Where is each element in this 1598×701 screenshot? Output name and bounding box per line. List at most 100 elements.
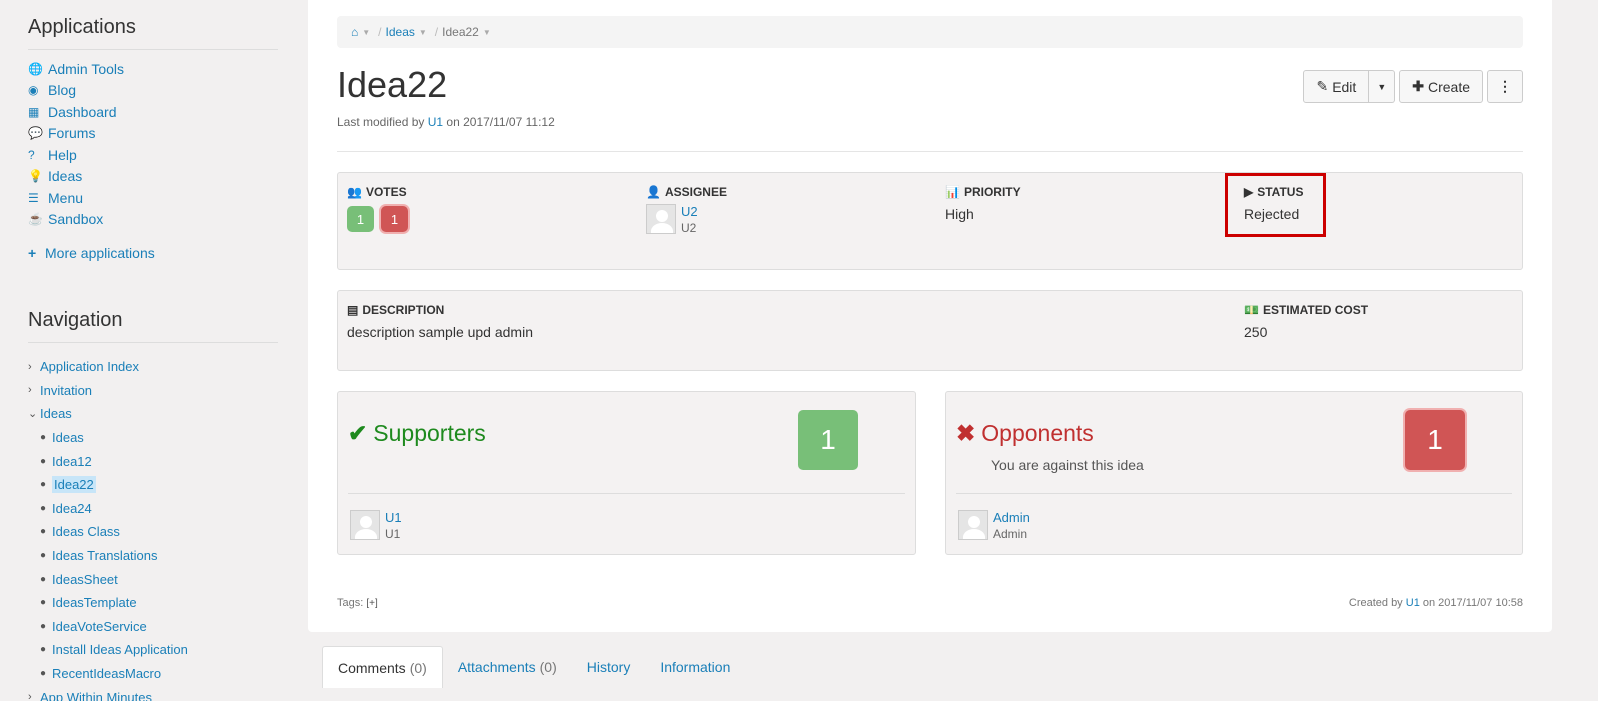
votes-values: 11 xyxy=(347,206,415,232)
nav-item-invitation[interactable]: › Invitation xyxy=(28,379,278,403)
downvote-count[interactable]: 1 xyxy=(381,206,408,232)
dashboard-icon: ▦ xyxy=(28,104,40,119)
app-item-sandbox[interactable]: ☕ Sandbox xyxy=(28,209,278,231)
app-item-blog[interactable]: ◉ Blog xyxy=(28,80,278,102)
more-applications-link[interactable]: + More applications xyxy=(28,242,278,263)
nav-subitem[interactable]: ● Idea24 xyxy=(28,497,278,521)
tab-comments[interactable]: Comments (0) xyxy=(322,646,443,688)
nav-subitem[interactable]: ● Idea12 xyxy=(28,449,278,473)
nav-subitem[interactable]: ● IdeasTemplate xyxy=(28,591,278,615)
created-prefix: Created by xyxy=(1348,597,1403,609)
app-item-ideas[interactable]: 💡 Ideas xyxy=(28,166,278,188)
question-icon: ? xyxy=(28,147,35,162)
caret-down-icon[interactable]: ▼ xyxy=(362,28,370,37)
chevron-right-icon[interactable]: › xyxy=(28,691,40,701)
nav-link[interactable]: Invitation xyxy=(40,383,92,398)
app-link[interactable]: Dashboard xyxy=(48,104,117,120)
nav-subitem-active[interactable]: ● Idea22 xyxy=(28,473,278,497)
chevron-down-icon[interactable]: ⌄ xyxy=(28,407,40,420)
app-link[interactable]: Admin Tools xyxy=(48,61,124,77)
opponent-link[interactable]: Admin xyxy=(993,510,1030,525)
nav-subitem[interactable]: ● Ideas Translations xyxy=(28,544,278,568)
nav-subitem[interactable]: ● Install Ideas Application xyxy=(28,638,278,662)
supporter-user: U1 U1 xyxy=(350,510,402,542)
nav-link[interactable]: Idea24 xyxy=(52,501,92,516)
nav-link[interactable]: Idea22 xyxy=(52,476,96,494)
app-item-dashboard[interactable]: ▦ Dashboard xyxy=(28,101,278,123)
breadcrumb-separator: / xyxy=(378,25,382,39)
user-icon: 👤 xyxy=(646,185,661,199)
priority-field: 📊 PRIORITY High xyxy=(945,185,1021,222)
nav-subitem[interactable]: ● IdeasSheet xyxy=(28,567,278,591)
created-suffix: on 2017/11/07 10:58 xyxy=(1422,597,1523,609)
assignee-label-text: ASSIGNEE xyxy=(664,185,727,199)
estimated-cost-label: 💵 ESTIMATED COST xyxy=(1244,303,1368,317)
nav-link[interactable]: IdeaVoteService xyxy=(52,619,147,634)
edit-button[interactable]: ✎ Edit xyxy=(1303,70,1370,103)
app-link[interactable]: Ideas xyxy=(48,168,82,184)
nav-link[interactable]: Install Ideas Application xyxy=(52,642,188,657)
assignee-user: U2 U2 xyxy=(646,204,727,236)
status-label: ▶ STATUS xyxy=(1244,185,1303,199)
status-field: ▶ STATUS Rejected xyxy=(1244,185,1303,222)
nav-subitem[interactable]: ● RecentIdeasMacro xyxy=(28,662,278,686)
nav-subitem[interactable]: ● Ideas Class xyxy=(28,520,278,544)
app-item-forums[interactable]: 💬 Forums xyxy=(28,123,278,145)
nav-link[interactable]: App Within Minutes xyxy=(40,690,152,701)
pencil-icon: ✎ xyxy=(1316,78,1329,94)
tab-count: (0) xyxy=(539,659,557,675)
caret-down-icon[interactable]: ▼ xyxy=(483,28,491,37)
nav-link[interactable]: Ideas xyxy=(52,430,84,445)
home-icon[interactable]: ⌂ xyxy=(351,25,358,39)
edit-dropdown-button[interactable]: ▼ xyxy=(1369,70,1396,103)
more-actions-button[interactable]: ⋮ xyxy=(1487,70,1523,103)
nav-link[interactable]: IdeasSheet xyxy=(52,572,118,587)
tab-attachments[interactable]: Attachments (0) xyxy=(443,646,572,688)
breadcrumb-ideas[interactable]: Ideas xyxy=(386,25,415,39)
bullet-icon: ● xyxy=(40,668,47,680)
caret-down-icon[interactable]: ▼ xyxy=(419,28,427,37)
chevron-right-icon[interactable]: › xyxy=(28,384,40,396)
list-alt-icon: ▤ xyxy=(347,303,359,317)
estimated-cost-field: 💵 ESTIMATED COST 250 xyxy=(1244,303,1368,340)
app-link[interactable]: Blog xyxy=(48,82,76,98)
tab-information[interactable]: Information xyxy=(645,646,745,688)
opponents-count[interactable]: 1 xyxy=(1405,410,1465,470)
caret-down-icon: ▼ xyxy=(1377,81,1387,92)
nav-link[interactable]: RecentIdeasMacro xyxy=(52,666,161,681)
play-icon: ▶ xyxy=(1244,185,1254,199)
nav-subitem[interactable]: ● Ideas xyxy=(28,426,278,450)
app-link[interactable]: Menu xyxy=(48,190,83,206)
app-link[interactable]: Help xyxy=(48,147,77,163)
nav-subitem[interactable]: ● IdeaVoteService xyxy=(28,615,278,639)
supporter-link[interactable]: U1 xyxy=(385,510,402,525)
assignee-link[interactable]: U2 xyxy=(681,204,698,219)
nav-item-app-within-minutes[interactable]: › App Within Minutes xyxy=(28,685,278,701)
meta-user-link[interactable]: U1 xyxy=(428,115,443,129)
nav-link[interactable]: Application Index xyxy=(40,359,139,374)
tab-history[interactable]: History xyxy=(572,646,646,688)
upvote-count[interactable]: 1 xyxy=(347,206,374,232)
more-applications-label[interactable]: More applications xyxy=(45,245,155,261)
check-icon: ✔ xyxy=(348,420,368,446)
nav-link[interactable]: IdeasTemplate xyxy=(52,595,137,610)
nav-link[interactable]: Ideas Translations xyxy=(52,548,158,563)
app-item-help[interactable]: ? Help xyxy=(28,144,278,166)
app-link[interactable]: Forums xyxy=(48,125,95,141)
nav-link[interactable]: Idea12 xyxy=(52,454,92,469)
create-button[interactable]: ✚ Create xyxy=(1399,70,1483,103)
nav-link[interactable]: Ideas Class xyxy=(52,524,120,539)
users-icon: 👥 xyxy=(347,185,362,199)
divider xyxy=(348,493,905,494)
nav-item-application-index[interactable]: › Application Index xyxy=(28,355,278,379)
opponents-panel: ✖ Opponents You are against this idea 1 … xyxy=(945,391,1523,555)
created-user-link[interactable]: U1 xyxy=(1406,597,1420,609)
chevron-right-icon[interactable]: › xyxy=(28,361,40,373)
app-link[interactable]: Sandbox xyxy=(48,211,103,227)
add-tag-link[interactable]: [+] xyxy=(366,598,377,609)
nav-link[interactable]: Ideas xyxy=(40,406,72,421)
nav-item-ideas[interactable]: ⌄ Ideas xyxy=(28,402,278,426)
app-item-menu[interactable]: ☰ Menu xyxy=(28,187,278,209)
app-item-admin-tools[interactable]: 🌐 Admin Tools xyxy=(28,58,278,80)
avatar xyxy=(958,510,988,540)
